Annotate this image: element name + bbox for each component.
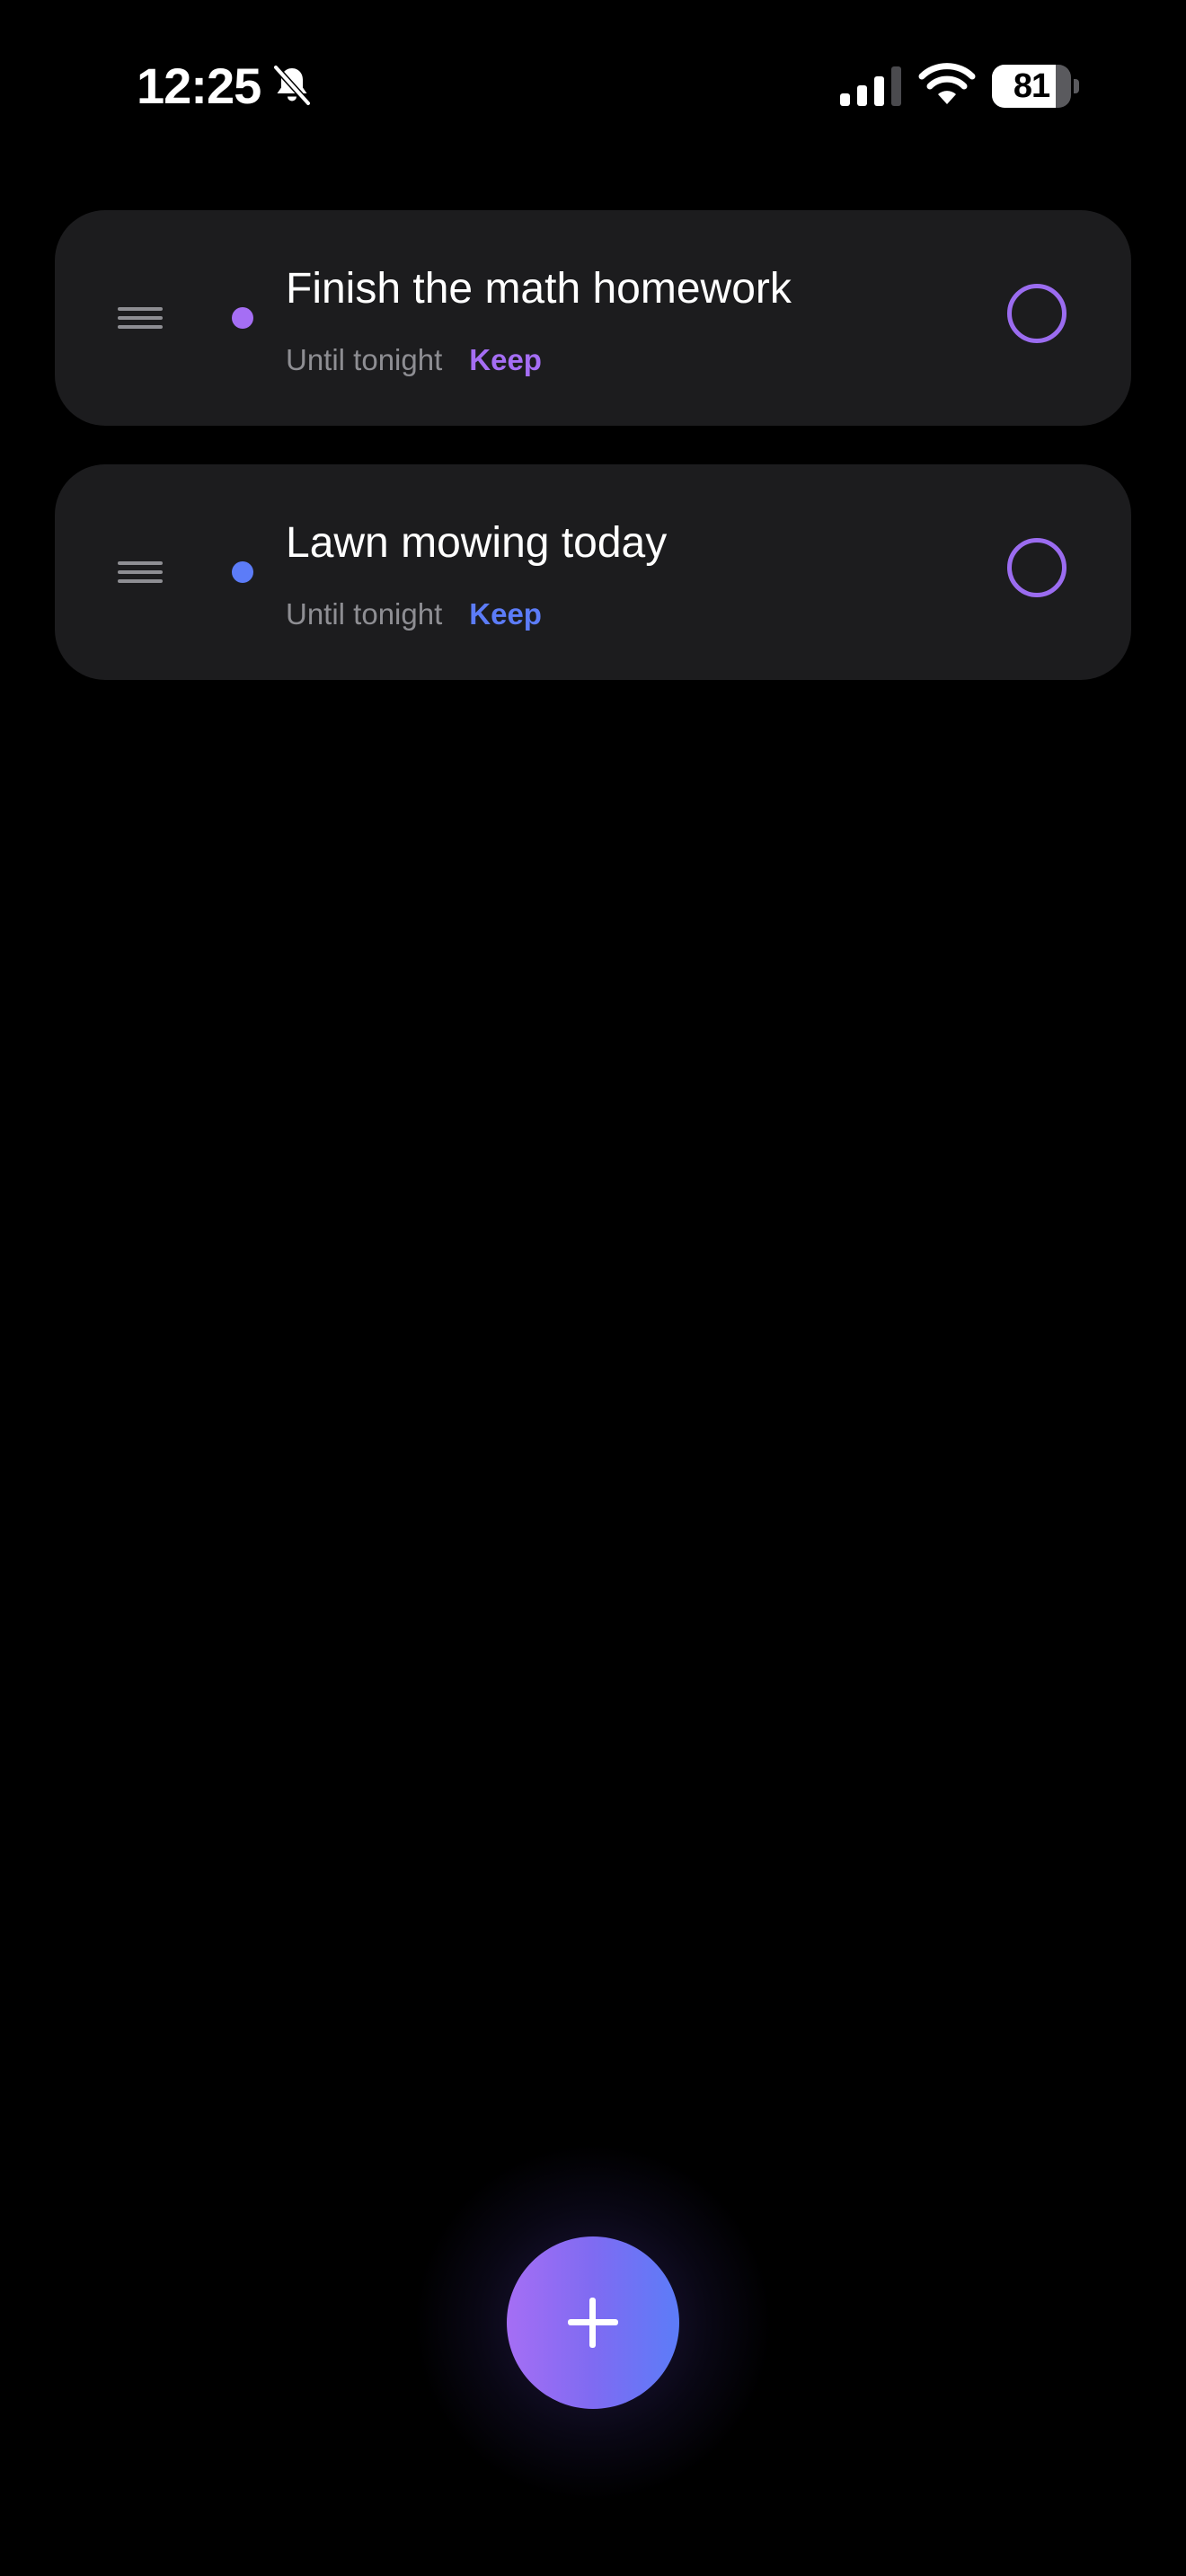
task-title: Lawn mowing today: [286, 519, 668, 567]
battery-level: 81: [1013, 67, 1050, 105]
task-keep-button[interactable]: Keep: [469, 597, 542, 631]
task-title: Finish the math homework: [286, 265, 792, 313]
cellular-signal-icon: [840, 66, 901, 106]
bell-slash-icon: [272, 64, 312, 107]
plus-icon: [568, 2298, 618, 2348]
task-due-label: Until tonight: [286, 343, 443, 376]
task-list: Finish the math homework Until tonight Ke…: [55, 210, 1131, 719]
battery-tip: [1074, 79, 1079, 93]
drag-handle-icon[interactable]: [118, 302, 163, 334]
complete-task-checkbox[interactable]: [1007, 284, 1067, 343]
task-color-dot: [232, 561, 253, 583]
battery-icon: 81: [992, 65, 1080, 108]
task-meta: Until tonight Keep: [286, 595, 542, 633]
status-time: 12:25: [137, 57, 261, 114]
task-card[interactable]: Lawn mowing today Until tonight Keep: [55, 464, 1131, 680]
task-meta: Until tonight Keep: [286, 341, 542, 379]
drag-handle-icon[interactable]: [118, 556, 163, 588]
task-card[interactable]: Finish the math homework Until tonight Ke…: [55, 210, 1131, 426]
task-due-label: Until tonight: [286, 597, 443, 631]
task-keep-button[interactable]: Keep: [469, 343, 542, 376]
wifi-icon: [918, 63, 976, 104]
add-task-button[interactable]: [507, 2236, 679, 2409]
complete-task-checkbox[interactable]: [1007, 538, 1067, 597]
task-color-dot: [232, 307, 253, 329]
battery-body: 81: [992, 65, 1071, 108]
status-bar: 12:25 81: [0, 0, 1186, 171]
